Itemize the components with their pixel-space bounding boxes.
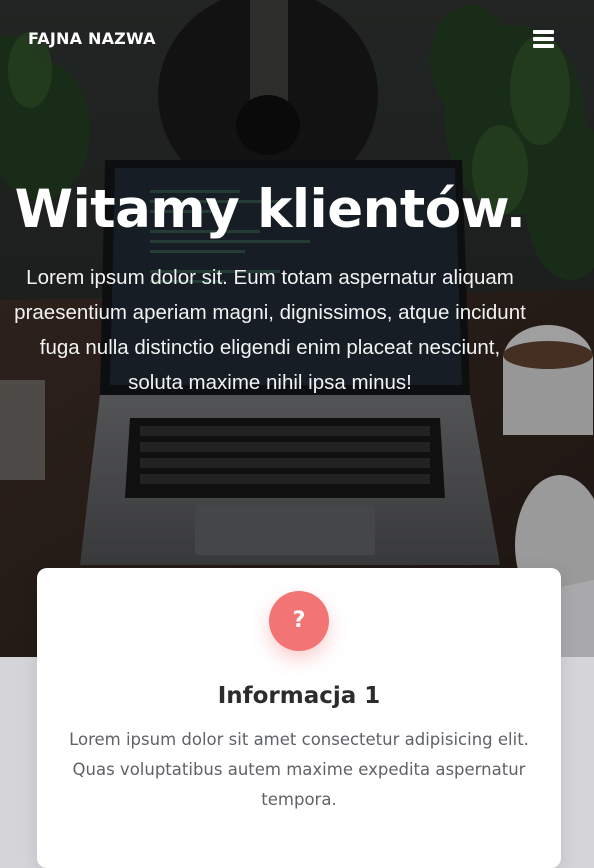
hero-title: Witamy klientów. <box>14 179 526 240</box>
hero-section: FAJNA NAZWA Witamy klientów. Lorem ipsum… <box>0 0 594 657</box>
hero-text: Lorem ipsum dolor sit. Eum totam asperna… <box>14 266 526 394</box>
menu-bar-1 <box>533 30 554 34</box>
card-title: Informacja 1 <box>217 683 381 709</box>
menu-bar-3 <box>533 44 554 48</box>
info-card: ? Informacja 1 Lorem ipsum dolor sit ame… <box>37 568 561 868</box>
question-mark-icon: ? <box>269 591 329 651</box>
card-text: Lorem ipsum dolor sit amet consectetur a… <box>69 730 529 809</box>
hamburger-menu-icon[interactable] <box>530 27 558 51</box>
nav-brand-link[interactable]: FAJNA NAZWA <box>28 29 156 48</box>
menu-bar-2 <box>533 37 554 41</box>
